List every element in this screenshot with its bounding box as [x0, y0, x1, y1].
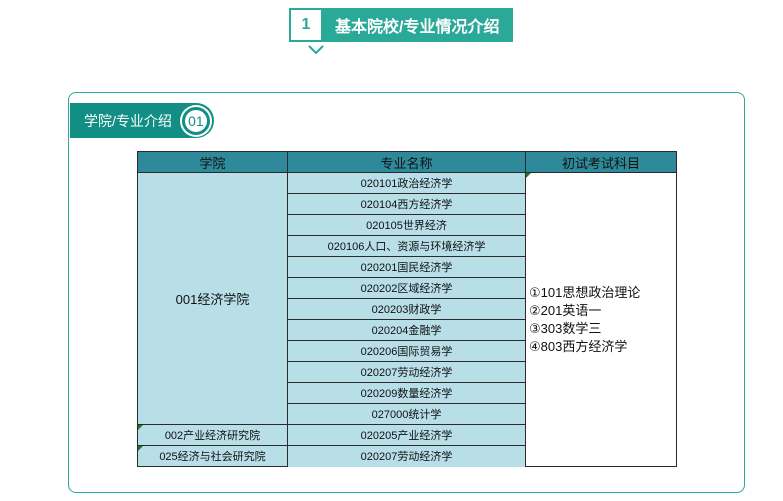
college-cell: 025经济与社会研究院 [137, 445, 288, 467]
exam-subject: ④803西方经济学 [529, 338, 628, 354]
college-cell: 002产业经济研究院 [137, 424, 288, 446]
major-cell: 020206国际贸易学 [287, 340, 526, 362]
header-number: 1 [289, 8, 323, 42]
major-cell: 020207劳动经济学 [287, 445, 526, 467]
column-header: 学院 [137, 151, 288, 173]
chevron-down-icon [308, 45, 324, 55]
major-cell: 020105世界经济 [287, 214, 526, 236]
major-cell: 020203财政学 [287, 298, 526, 320]
table-row: 001经济学院 020101政治经济学 ①101思想政治理论 ②201英语一 ③… [137, 172, 677, 467]
major-cell: 020101政治经济学 [287, 172, 526, 194]
college-cell: 001经济学院 [137, 172, 288, 425]
major-cell: 020202区域经济学 [287, 277, 526, 299]
exam-subject: ②201英语一 [529, 302, 602, 318]
major-cell: 020205产业经济学 [287, 424, 526, 446]
major-cell: 020104西方经济学 [287, 193, 526, 215]
header-title: 基本院校/专业情况介绍 [323, 8, 514, 42]
major-cell: 020209数量经济学 [287, 382, 526, 404]
table-header-row: 学院 专业名称 初试考试科目 [137, 151, 677, 173]
column-header: 专业名称 [287, 151, 526, 173]
column-header: 初试考试科目 [525, 151, 677, 173]
majors-table: 学院 专业名称 初试考试科目 001经济学院 020101政治经济学 ①101思… [137, 151, 677, 467]
section-label: 学院/专业介绍 [84, 112, 172, 129]
exam-subject: ③303数学三 [529, 320, 602, 336]
major-cell: 020207劳动经济学 [287, 361, 526, 383]
major-cell: 027000统计学 [287, 403, 526, 425]
section-tab: 学院/专业介绍 01 [70, 103, 214, 138]
top-header: 1 基本院校/专业情况介绍 [289, 8, 514, 42]
exam-subjects-cell: ①101思想政治理论 ②201英语一 ③303数学三 ④803西方经济学 [525, 172, 677, 467]
section-number: 01 [181, 106, 210, 135]
major-cell: 020201国民经济学 [287, 256, 526, 278]
major-cell: 020106人口、资源与环境经济学 [287, 235, 526, 257]
major-cell: 020204金融学 [287, 319, 526, 341]
exam-subject: ①101思想政治理论 [529, 284, 641, 300]
